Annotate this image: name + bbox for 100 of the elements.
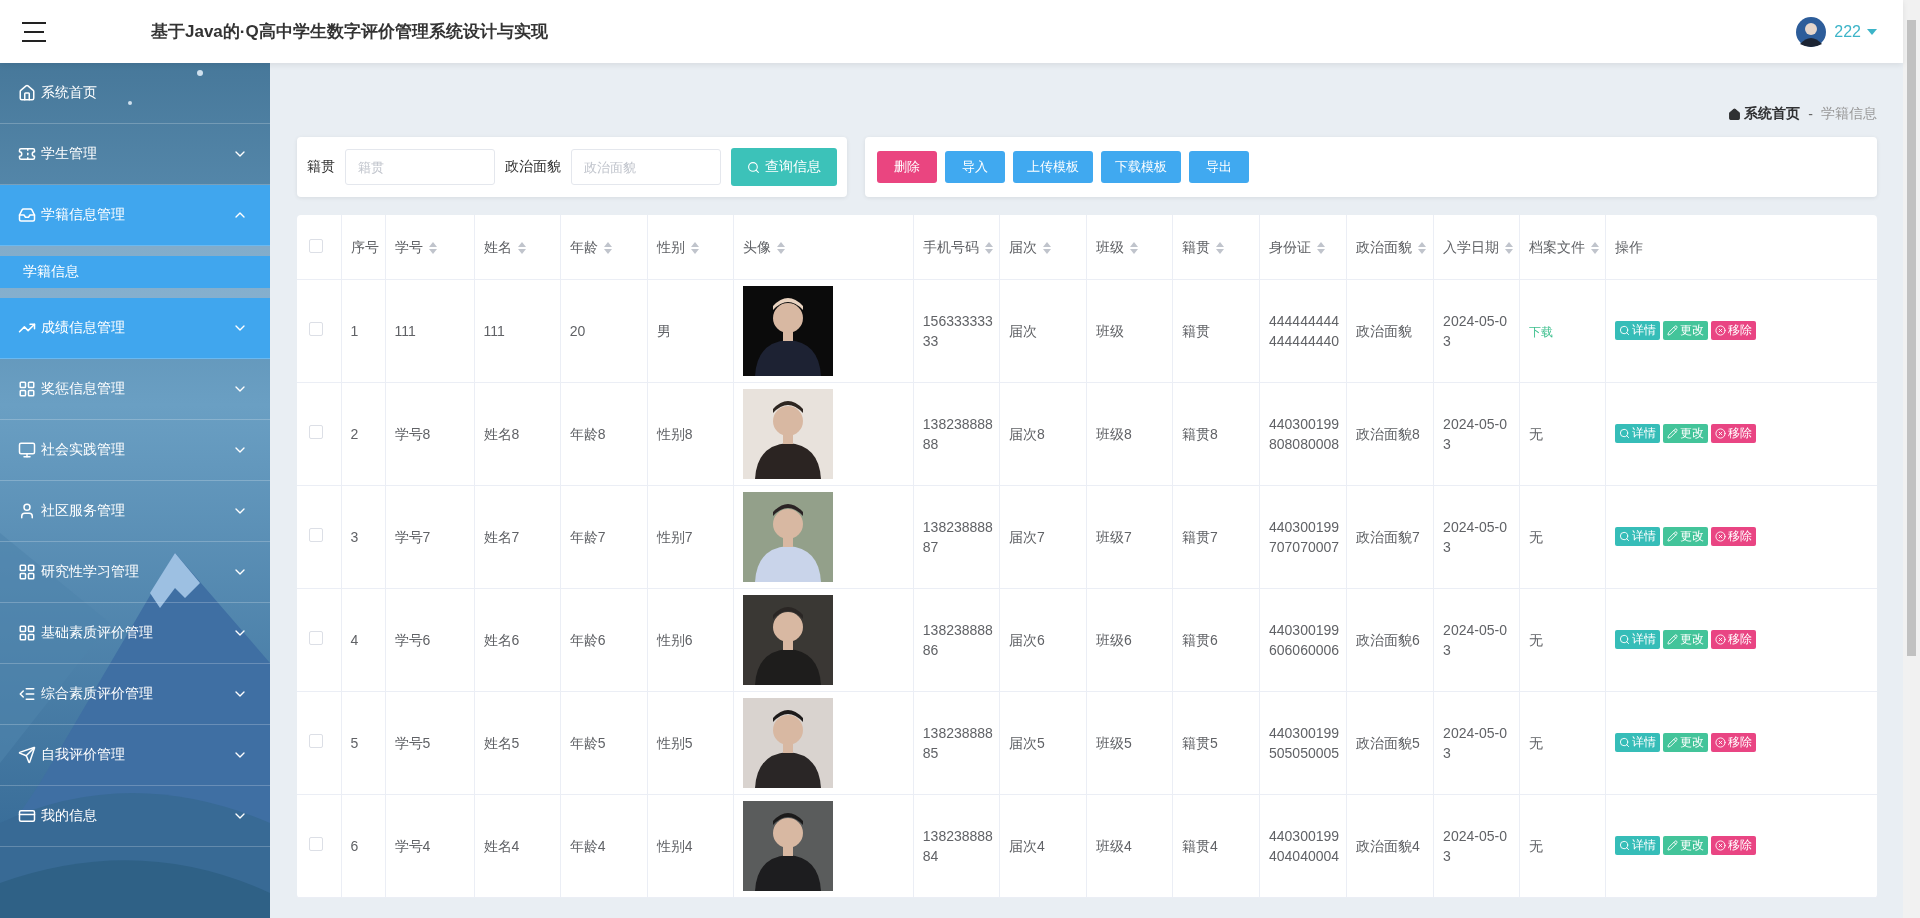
row-action-button[interactable]: 移除 xyxy=(1711,836,1757,855)
sort-icon[interactable] xyxy=(1215,242,1224,255)
column-header[interactable]: 身份证 xyxy=(1259,215,1347,280)
sort-icon[interactable] xyxy=(984,242,993,255)
scrollbar-thumb[interactable] xyxy=(1907,20,1916,656)
row-action-button[interactable]: 更改 xyxy=(1663,733,1709,752)
sidebar-item[interactable]: 成绩信息管理 xyxy=(0,298,270,359)
menu-icon[interactable] xyxy=(22,21,46,42)
filter-field[interactable]: 籍贯 xyxy=(345,149,495,185)
checkbox[interactable] xyxy=(309,631,323,645)
user-name[interactable]: 222 xyxy=(1834,22,1861,41)
table-cell-text: 籍贯4 xyxy=(1181,837,1219,856)
column-header[interactable]: 入学日期 xyxy=(1433,215,1520,280)
table-cell-text: 13823888886 xyxy=(922,621,994,660)
table-cell-text: 姓名4 xyxy=(483,837,521,856)
action-button[interactable]: 下载模板 xyxy=(1101,151,1181,183)
column-header[interactable]: 学号 xyxy=(385,215,475,280)
row-action-button[interactable]: 详情 xyxy=(1615,733,1661,752)
sort-icon[interactable] xyxy=(1418,242,1427,255)
column-header[interactable]: 性别 xyxy=(647,215,734,280)
sort-icon[interactable] xyxy=(1042,242,1051,255)
checkbox[interactable] xyxy=(309,425,323,439)
table-cell-text: 年龄7 xyxy=(569,528,607,547)
table-cell-text: 6 xyxy=(350,837,360,856)
breadcrumb-home[interactable]: 系统首页 xyxy=(1728,105,1801,123)
checkbox[interactable] xyxy=(309,734,323,748)
close-icon xyxy=(1715,325,1727,336)
search-icon xyxy=(1619,840,1631,851)
column-header[interactable]: 操作 xyxy=(1605,215,1877,280)
submenu-item[interactable]: 学籍信息 xyxy=(0,256,270,288)
sort-icon[interactable] xyxy=(776,242,785,255)
sort-icon[interactable] xyxy=(1505,242,1514,255)
row-action-button[interactable]: 移除 xyxy=(1711,630,1757,649)
table-cell-text: 2024-05-03 xyxy=(1443,724,1508,763)
action-button[interactable]: 导出 xyxy=(1189,151,1249,183)
action-button[interactable]: 删除 xyxy=(877,151,937,183)
column-header[interactable]: 政治面貌 xyxy=(1346,215,1434,280)
breadcrumb-link[interactable]: 系统首页 xyxy=(1744,105,1801,123)
sort-icon[interactable] xyxy=(1129,242,1138,255)
column-header[interactable]: 手机号码 xyxy=(913,215,1000,280)
scrollbar[interactable] xyxy=(1903,0,1920,918)
row-action-button[interactable]: 详情 xyxy=(1615,836,1661,855)
row-action-button[interactable]: 更改 xyxy=(1663,630,1709,649)
column-header[interactable]: 籍贯 xyxy=(1172,215,1260,280)
column-header[interactable]: 档案文件 xyxy=(1519,215,1606,280)
row-action-button[interactable]: 更改 xyxy=(1663,424,1709,443)
sort-icon[interactable] xyxy=(428,242,437,255)
grid-icon xyxy=(18,624,36,642)
avatar-icon[interactable] xyxy=(1796,16,1827,47)
table-cell-text: 无 xyxy=(1529,837,1545,856)
column-header[interactable]: 届次 xyxy=(999,215,1087,280)
close-icon xyxy=(1715,531,1727,542)
row-action-button[interactable]: 移除 xyxy=(1711,424,1757,443)
row-action-button[interactable]: 详情 xyxy=(1615,630,1661,649)
sort-icon[interactable] xyxy=(517,242,526,255)
table-cell-text: 111 xyxy=(483,322,506,341)
row-action-button[interactable]: 移除 xyxy=(1711,321,1757,340)
paper-plane-icon xyxy=(18,746,36,764)
table-cell-text: 届次6 xyxy=(1008,631,1046,650)
row-action-button[interactable]: 详情 xyxy=(1615,527,1661,546)
action-button[interactable]: 上传模板 xyxy=(1013,151,1093,183)
sort-icon[interactable] xyxy=(603,242,612,255)
download-link[interactable]: 下载 xyxy=(1529,324,1554,339)
column-header[interactable]: 序号 xyxy=(341,215,386,280)
table-cell-text: 111 xyxy=(394,322,417,341)
action-button[interactable]: 导入 xyxy=(945,151,1005,183)
filter-field[interactable]: 政治面貌 xyxy=(571,149,721,185)
row-action-button[interactable]: 详情 xyxy=(1615,424,1661,443)
row-action-button[interactable]: 移除 xyxy=(1711,733,1757,752)
sort-icon[interactable] xyxy=(690,242,699,255)
sidebar-item[interactable]: 学籍信息管理 xyxy=(0,185,270,246)
row-action-button[interactable]: 更改 xyxy=(1663,527,1709,546)
user-icon xyxy=(18,502,36,520)
search-icon xyxy=(1619,531,1631,542)
sidebar-label: 奖惩信息管理 xyxy=(41,380,126,398)
app-title: 基于Java的·Q高中学生数字评价管理系统设计与实现 xyxy=(151,21,549,43)
column-header[interactable]: 姓名 xyxy=(474,215,561,280)
row-action-button[interactable]: 更改 xyxy=(1663,836,1709,855)
row-action-button[interactable]: 详情 xyxy=(1615,321,1661,340)
column-header[interactable]: 头像 xyxy=(733,215,914,280)
query-button[interactable]: 查询信息 xyxy=(731,148,837,186)
table-cell-text: 2 xyxy=(350,425,360,444)
grid-icon xyxy=(18,563,36,581)
checkbox[interactable] xyxy=(309,528,323,542)
table-cell-text: 15633333333 xyxy=(922,312,994,351)
checkbox[interactable] xyxy=(309,238,323,253)
checkbox[interactable] xyxy=(309,837,323,851)
table-cell-text: 13823888887 xyxy=(922,518,994,557)
sort-icon[interactable] xyxy=(1591,242,1600,255)
caret-icon[interactable] xyxy=(1867,28,1877,35)
column-title: 届次 xyxy=(1008,239,1037,255)
sort-icon[interactable] xyxy=(1317,242,1325,255)
column-header[interactable]: 班级 xyxy=(1086,215,1173,280)
search-icon xyxy=(747,160,760,174)
row-action-button[interactable]: 更改 xyxy=(1663,321,1709,340)
checkbox[interactable] xyxy=(309,322,323,336)
card-icon xyxy=(18,807,36,825)
column-header[interactable]: 年龄 xyxy=(560,215,648,280)
pencil-icon xyxy=(1667,531,1679,542)
row-action-button[interactable]: 移除 xyxy=(1711,527,1757,546)
